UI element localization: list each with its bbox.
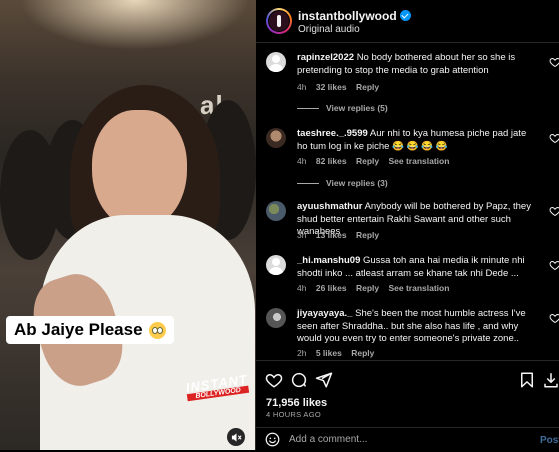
account-username[interactable]: instantbollywood	[298, 9, 397, 23]
flushed-emoji-icon	[148, 321, 166, 339]
comment-username[interactable]: rapinzel2022	[297, 52, 354, 63]
comment-likes[interactable]: 26 likes	[316, 283, 347, 293]
reply-button[interactable]: Reply	[356, 230, 379, 240]
comment-time: 2h	[297, 348, 307, 358]
post-actions: 71,956 likes 4 HOURS AGO Post	[256, 360, 559, 451]
commenter-avatar[interactable]	[266, 201, 286, 221]
view-replies-label: View replies (3)	[326, 178, 388, 188]
comment-likes[interactable]: 5 likes	[316, 348, 342, 358]
reply-button[interactable]: Reply	[356, 82, 379, 92]
mute-button[interactable]	[227, 428, 245, 446]
comment-time: 3h	[297, 230, 307, 240]
reply-button[interactable]: Reply	[356, 283, 379, 293]
comment-username[interactable]: ayuushmathur	[297, 201, 362, 212]
comment-username[interactable]: jiyayayaya._	[297, 308, 352, 319]
like-comment-heart-icon[interactable]	[549, 56, 559, 68]
post-timestamp: 4 HOURS AGO	[266, 410, 321, 419]
commenter-avatar[interactable]	[266, 52, 286, 72]
comment-body: jiyayayaya._ She's been the most humble …	[297, 308, 532, 346]
view-replies-label: View replies (5)	[326, 103, 388, 113]
view-replies-button[interactable]: View replies (3)	[297, 178, 388, 188]
likes-count[interactable]: 71,956 likes	[266, 397, 327, 409]
comment-bubble-icon[interactable]	[290, 371, 308, 389]
commenter-avatar[interactable]	[266, 128, 286, 148]
comment-meta: 4h 32 likes Reply	[297, 82, 386, 92]
post-header: instantbollywood Original audio	[256, 0, 559, 43]
comment-likes[interactable]: 32 likes	[316, 82, 347, 92]
commenter-avatar[interactable]	[266, 255, 286, 275]
comment-body: taeshree._.9599 Aur nhi to kya humesa pi…	[297, 128, 532, 153]
caption-text: Ab Jaiye Please	[14, 320, 143, 339]
comment-username[interactable]: taeshree._.9599	[297, 128, 368, 139]
like-comment-heart-icon[interactable]	[549, 205, 559, 217]
comment-meta: 2h 5 likes Reply	[297, 348, 381, 358]
comment-likes[interactable]: 13 likes	[316, 230, 347, 240]
account-avatar[interactable]	[266, 8, 292, 34]
comment-time: 4h	[297, 156, 307, 166]
like-heart-icon[interactable]	[265, 371, 283, 389]
avatar-logo-icon	[268, 10, 290, 32]
audio-label[interactable]: Original audio	[298, 24, 360, 35]
emoji-smiley-icon[interactable]	[265, 432, 280, 447]
comment-likes[interactable]: 82 likes	[316, 156, 347, 166]
view-replies-button[interactable]: View replies (5)	[297, 103, 388, 113]
comment-time: 4h	[297, 283, 307, 293]
download-icon[interactable]	[542, 371, 559, 389]
comment-meta: 3h 13 likes Reply	[297, 230, 386, 240]
like-comment-heart-icon[interactable]	[549, 259, 559, 271]
add-comment-bar: Post	[256, 427, 559, 452]
verified-badge-icon	[400, 10, 411, 21]
post-comment-button[interactable]: Post	[540, 435, 559, 446]
save-bookmark-icon[interactable]	[518, 371, 536, 389]
comment-meta: 4h 26 likes Reply See translation	[297, 283, 456, 293]
video-caption: Ab Jaiye Please	[6, 316, 174, 344]
like-comment-heart-icon[interactable]	[549, 312, 559, 324]
comment-time: 4h	[297, 82, 307, 92]
like-comment-heart-icon[interactable]	[549, 132, 559, 144]
share-send-icon[interactable]	[315, 371, 333, 389]
post-media-video[interactable]: ak Ab Jaiye Please INSTANT BOLLYWOOD	[0, 0, 256, 450]
subject-face	[92, 110, 187, 230]
ceiling-light	[20, 0, 250, 50]
speaker-muted-icon	[231, 432, 242, 442]
comments-panel: instantbollywood Original audio rapinzel…	[256, 0, 559, 450]
commenter-avatar[interactable]	[266, 308, 286, 328]
comment-meta: 4h 82 likes Reply See translation	[297, 156, 456, 166]
comment-body: rapinzel2022 No body bothered about her …	[297, 52, 532, 77]
see-translation-button[interactable]: See translation	[388, 156, 449, 166]
reply-button[interactable]: Reply	[351, 348, 374, 358]
comment-username[interactable]: _hi.manshu09	[297, 255, 360, 266]
see-translation-button[interactable]: See translation	[388, 283, 449, 293]
reply-button[interactable]: Reply	[356, 156, 379, 166]
comment-body: _hi.manshu09 Gussa toh ana hai media ik …	[297, 255, 532, 280]
add-comment-input[interactable]	[289, 434, 519, 445]
